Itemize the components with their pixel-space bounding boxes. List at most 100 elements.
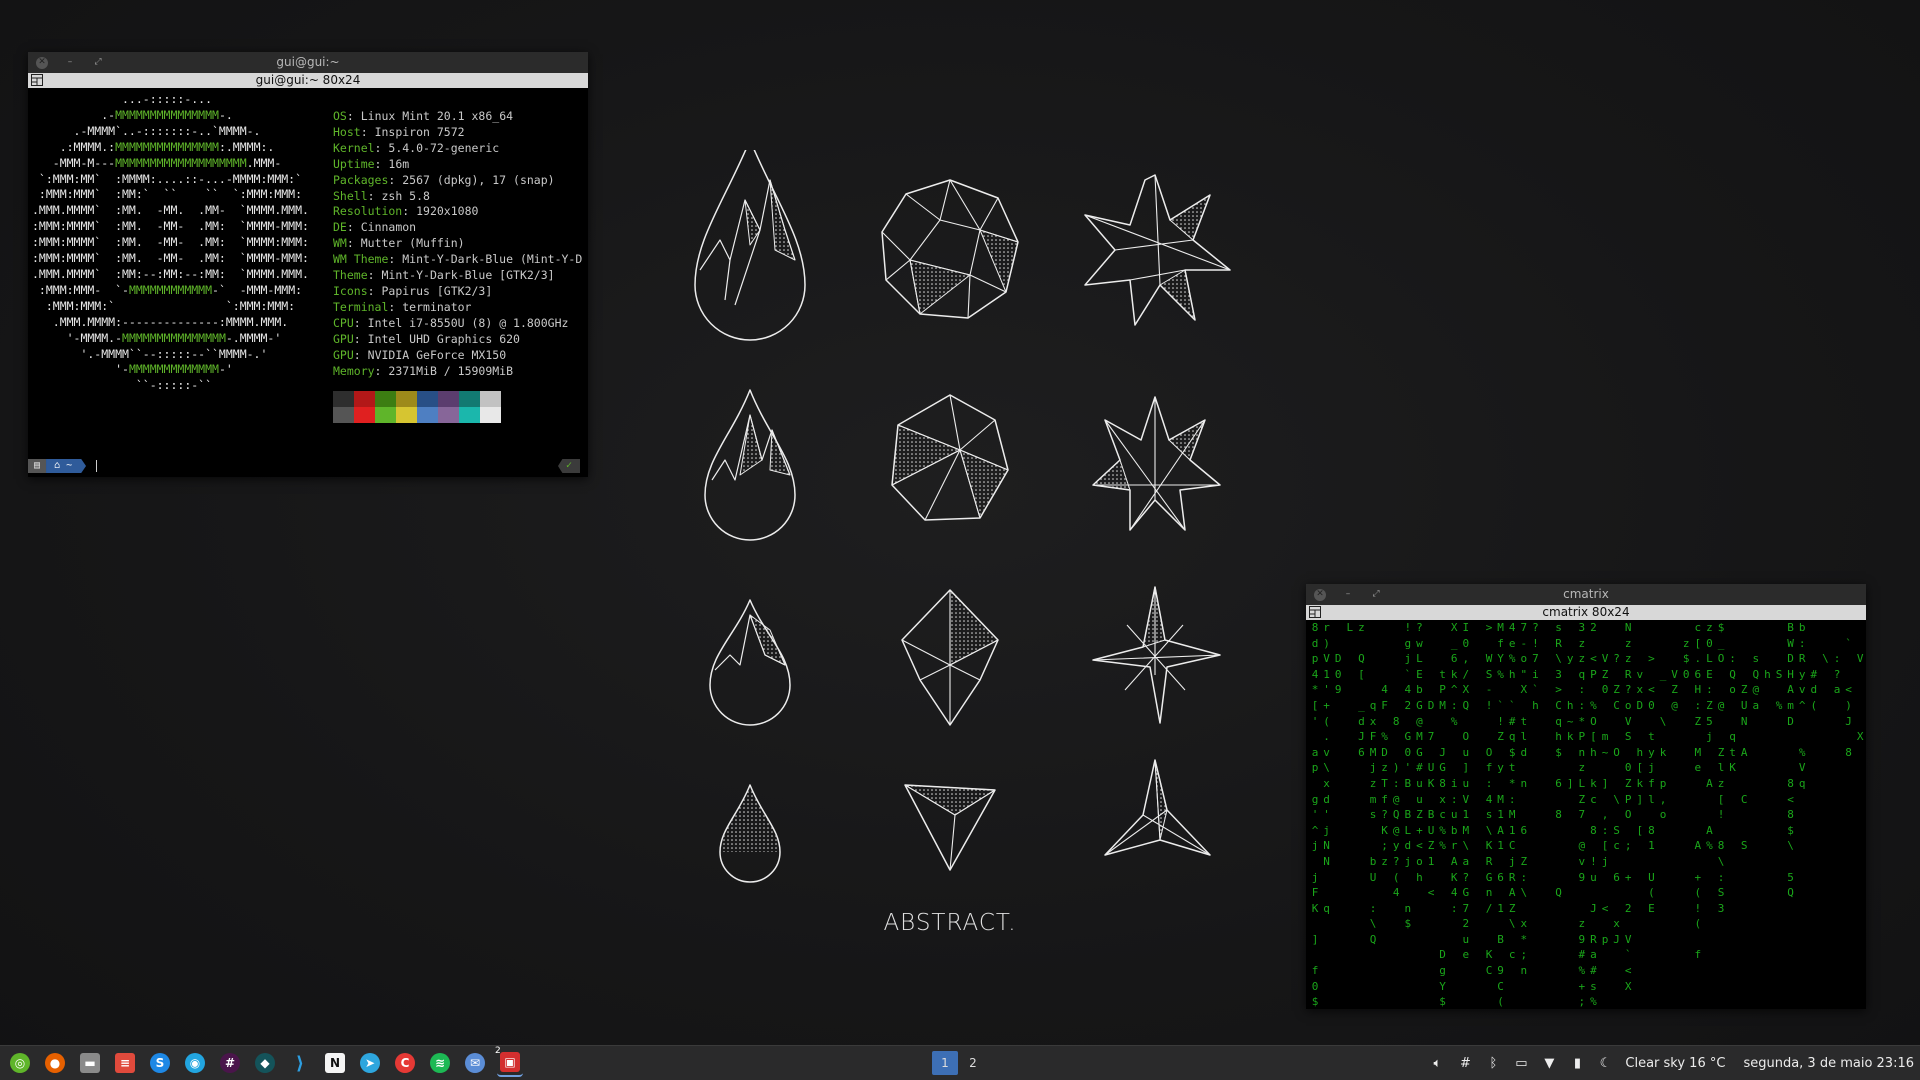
- close-icon[interactable]: ✕: [36, 56, 48, 69]
- battery-icon[interactable]: ▮: [1569, 1055, 1585, 1071]
- skype-icon[interactable]: S: [147, 1050, 173, 1076]
- weather-text[interactable]: Clear sky 16 °C: [1625, 1056, 1725, 1071]
- info-row: Theme: Mint-Y-Dark-Blue [GTK2/3]: [333, 268, 555, 283]
- minimize-icon[interactable]: –: [1342, 589, 1354, 601]
- logo-line: .-MMMM`..-:::::::-..`MMMM-.: [32, 123, 261, 138]
- info-key: Packages: [333, 172, 389, 187]
- chat-icon[interactable]: ✉: [462, 1050, 488, 1076]
- star-shape-2: [1092, 396, 1221, 531]
- palette-swatch: [459, 391, 480, 407]
- logo-line: :MMM:MMMM` :MM. -MM- .MM: `MMMM:MMM:: [32, 235, 309, 250]
- system-info: OS: Linux Mint 20.1 x86_64 Host: Inspiron…: [333, 109, 582, 379]
- matrix-column: 8 d p 4 * [ ' a p g ' ^ j j F K ] f 0 $ …: [1311, 621, 1319, 1009]
- info-row: Kernel: 5.4.0-72-generic: [333, 140, 500, 155]
- terminal-window[interactable]: ✕ – ⤢ gui@gui:~ gui@gui:~ 80x24 ...-::::…: [28, 52, 588, 477]
- terminal-layout-icon[interactable]: [31, 74, 43, 86]
- minimize-icon[interactable]: –: [64, 57, 76, 69]
- vscode-icon[interactable]: ⟩: [287, 1050, 313, 1076]
- matrix-column: : ? a: [1833, 652, 1841, 697]
- matrix-column: s R \ 3 > C q h $ 6 8 Q: [1555, 621, 1562, 900]
- gitkraken-icon[interactable]: ◆: [252, 1050, 278, 1076]
- prompt-dir-segment: ⌂ ~: [46, 459, 87, 473]
- notes-icon[interactable]: ≡: [112, 1050, 138, 1076]
- palette-swatch: [480, 407, 501, 423]
- info-key: Host: [333, 124, 361, 139]
- wallpaper-caption: ABSTRACT.: [883, 910, 1017, 936]
- terminal-app-icon[interactable]: ▣ 2: [495, 1046, 523, 1077]
- logo-line: `:MMM:MM` :MMMM:....::-...-MMMM:MMM:`: [32, 171, 303, 186]
- workspace-2[interactable]: 2: [960, 1051, 986, 1075]
- cmatrix-subtitle: cmatrix 80x24: [1542, 605, 1630, 619]
- matrix-column: ? Z C O \ S c 6 x J: [1613, 652, 1620, 946]
- matrix-column: _ \ k p , o: [1659, 667, 1667, 822]
- info-row: Packages: 2567 (dpkg), 17 (snap): [333, 172, 555, 187]
- palette-swatch: [396, 391, 417, 407]
- matrix-column: [1472, 620, 1482, 651]
- volume-icon[interactable]: 🔈︎: [1429, 1055, 1445, 1071]
- info-value: terminator: [402, 299, 472, 314]
- wifi-icon[interactable]: ▼: [1541, 1055, 1557, 1071]
- clock[interactable]: segunda, 3 de maio 23:16: [1743, 1056, 1914, 1071]
- wallpaper-art: [694, 150, 1231, 883]
- maximize-icon[interactable]: ⤢: [92, 57, 104, 69]
- matrix-column: \: [1822, 652, 1829, 666]
- matrix-column: N z z R ? o V S 0 Z P O ; + 2 V ` < X: [1624, 621, 1632, 993]
- palette-swatch: [333, 391, 354, 407]
- notion-icon[interactable]: N: [322, 1050, 348, 1076]
- info-row: Uptime: 16m: [333, 156, 410, 171]
- firefox-icon[interactable]: ●: [42, 1050, 68, 1076]
- info-value: 1920x1080: [416, 204, 479, 219]
- terminal-titlebar[interactable]: ✕ – ⤢ gui@gui:~: [28, 52, 588, 73]
- matrix-column: ` < ) J 8: [1845, 636, 1852, 759]
- spotify-icon[interactable]: ≋: [427, 1050, 453, 1076]
- workspace-1[interactable]: 1: [932, 1051, 958, 1075]
- info-row: WM: Mutter (Muffin): [333, 236, 465, 251]
- logo-line: .-MMMMMMMMMMMMMMM-.: [32, 107, 233, 122]
- info-row: Host: Inspiron 7572: [333, 124, 465, 139]
- bluetooth-icon[interactable]: ᛒ: [1485, 1055, 1501, 1071]
- logo-line: .MMM.MMMM` :MM. -MM. .MM- `MMMM.MMM.: [32, 203, 309, 218]
- info-key: GPU: [333, 347, 354, 362]
- logo-line: '-MMMM.-MMMMMMMMMMMMMMM-.MMMM-': [32, 330, 282, 345]
- slack-tray-icon[interactable]: #: [1457, 1055, 1473, 1071]
- matrix-column: 3 z z q : : * P n z L Z 7 @ v 9 z 9 # % …: [1578, 621, 1586, 1009]
- matrix-column: V X: [1856, 652, 1864, 744]
- telegram-icon[interactable]: ➤: [357, 1050, 383, 1076]
- info-row: OS: Linux Mint 20.1 x86_64: [333, 109, 514, 123]
- logo-line: '.-MMMM``--:::::--``MMMM-.': [32, 346, 268, 361]
- matrix-column: 8 ) : @ Q @ y ? ( 4: [1392, 714, 1400, 900]
- logo-line: .:MMMM.:MMMMMMMMMMMMMMM:.MMMM:.: [32, 139, 275, 154]
- palette-swatch: [333, 407, 354, 423]
- info-row: GPU: NVIDIA GeForce MX150: [333, 347, 507, 362]
- matrix-column: > < 0 t y j f l 8 1 U ( E: [1648, 652, 1655, 915]
- palette-swatch: [459, 407, 480, 423]
- terminal-subtitle: gui@gui:~ 80x24: [255, 73, 361, 87]
- podcast-icon[interactable]: C: [392, 1050, 418, 1076]
- terminal-layout-icon[interactable]: [1309, 606, 1321, 618]
- palette-swatch: [417, 407, 438, 423]
- logo-line: .MMM.MMMM` :MM:--:MM:--:MM: `MMMM.MMM.: [32, 266, 309, 281]
- matrix-column: ? ! 7 i ` h: [1532, 621, 1539, 712]
- close-icon[interactable]: ✕: [1314, 588, 1326, 601]
- app-blue-icon[interactable]: ◉: [182, 1050, 208, 1076]
- star-shape-1: [1084, 174, 1231, 326]
- slack-icon[interactable]: #: [217, 1050, 243, 1076]
- info-row: Icons: Papirus [GTK2/3]: [333, 283, 493, 298]
- cmatrix-titlebar[interactable]: ✕ – ⤢ cmatrix: [1306, 584, 1866, 605]
- mint-ascii-logo: ...-:::::-... .-MMMMMMMMMMMMMMM-. .-MMMM…: [32, 92, 309, 394]
- drop-shape-4: [719, 784, 781, 883]
- cmatrix-window[interactable]: ✕ – ⤢ cmatrix cmatrix 80x24 8 d p 4 * [ …: [1306, 584, 1866, 1009]
- matrix-column: V Z 0 m ~ ] , : [ j < p: [1601, 652, 1609, 946]
- drive-icon[interactable]: ▭: [1513, 1055, 1529, 1071]
- maximize-icon[interactable]: ⤢: [1370, 589, 1382, 601]
- shell-prompt[interactable]: ▤ ⌂ ~ ✓: [28, 459, 588, 473]
- info-key: GPU: [333, 331, 354, 346]
- matrix-column: V Z @: [1671, 667, 1678, 712]
- info-value: Mint-Y-Dark-Blue [GTK2/3]: [381, 268, 555, 283]
- info-key: Shell: [333, 188, 368, 203]
- files-icon[interactable]: ▬: [77, 1050, 103, 1076]
- moon-icon[interactable]: ☾: [1597, 1055, 1613, 1071]
- info-key: OS: [333, 109, 347, 123]
- taskbar-apps: ◎ ● ▬ ≡ S ◉ # ◆ ⟩ N ➤ C ≋ ✉ ▣ 2: [2, 1046, 527, 1080]
- menu-icon[interactable]: ◎: [7, 1050, 33, 1076]
